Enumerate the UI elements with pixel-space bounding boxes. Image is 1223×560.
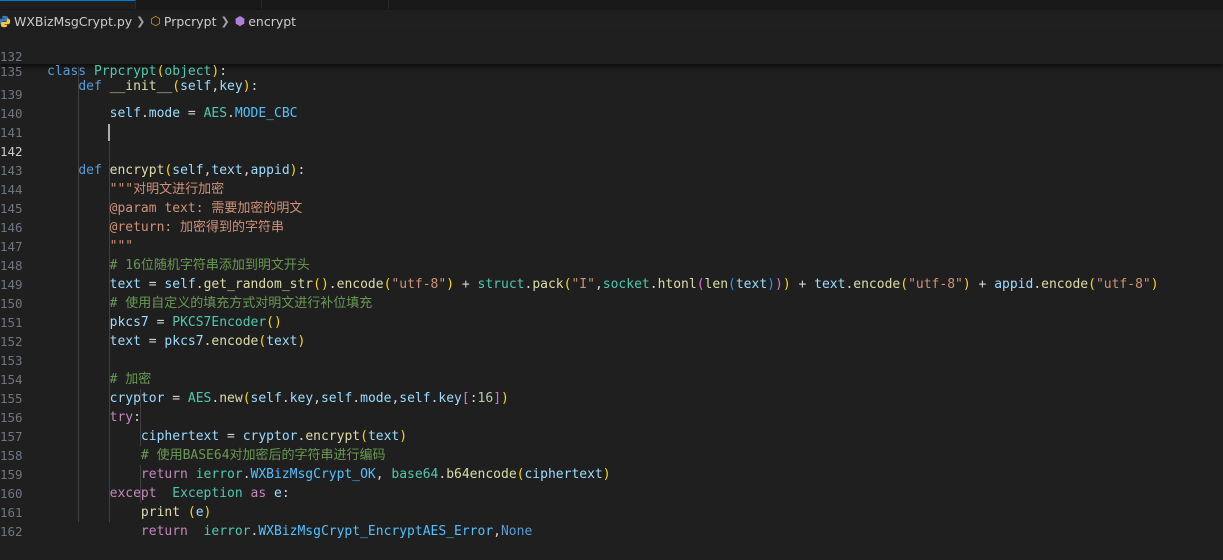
sticky-line[interactable]: 135 def __init__(self,key): [0,49,1223,94]
code-line[interactable]: 149 # 使用自定义的填充方式对明文进行补位填充 [0,256,1223,311]
code-editor[interactable]: 139 self.mode = AES.MODE_CBC 140 141 142… [0,66,1223,539]
tab-secondary[interactable] [136,0,262,9]
line-code: return ierror.WXBizMsgCrypt_EncryptAES_E… [140,524,533,539]
editor-tab-strip [0,0,1223,10]
code-line[interactable]: 156 ciphertext = cryptor.encrypt(text) [0,389,1223,444]
sticky-scroll-header[interactable]: 132 class Prpcrypt(object): 135 def __in… [0,32,1223,94]
code-line[interactable]: 141 [0,104,1223,140]
code-line[interactable]: 145 @return: 加密得到的字符串 [0,180,1223,235]
code-line-current[interactable]: 142 def encrypt(self,text,appid): [0,123,1223,178]
breadcrumb-class-label: Prpcrypt [163,13,217,29]
code-line[interactable]: 157 # 使用BASE64对加密后的字符串进行编码 [0,408,1223,463]
breadcrumb-file-label: WXBizMsgCrypt.py [14,13,133,29]
code-line[interactable]: 162 [0,503,1223,539]
sticky-line[interactable]: 132 class Prpcrypt(object): [0,34,1223,79]
code-line[interactable]: 153 # 加密 [0,332,1223,387]
chevron-right-icon: ❯ [136,14,146,28]
chevron-right-icon: ❯ [220,14,230,28]
code-line[interactable]: 148 text = self.get_random_str().encode(… [0,237,1223,292]
sticky-line-code: def __init__(self,key): [78,79,259,94]
method-symbol-icon: ⬢ [234,14,246,28]
python-file-icon [0,15,11,27]
code-line[interactable]: 151 text = pkcs7.encode(text) [0,294,1223,349]
code-line[interactable]: 154 cryptor = AES.new(self.key,self.mode… [0,351,1223,406]
code-line[interactable]: 159 except Exception as e: [0,446,1223,501]
code-line[interactable]: 152 [0,313,1223,349]
breadcrumb-file[interactable]: WXBizMsgCrypt.py [0,14,132,29]
line-number: 162 [0,524,23,539]
code-line[interactable]: 143 """对明文进行加密 [0,142,1223,197]
code-line[interactable]: 158 return ierror.WXBizMsgCrypt_OK, base… [0,427,1223,482]
sticky-line-code: class Prpcrypt(object): [47,64,228,79]
line-number: 135 [0,64,23,79]
breadcrumb-method-label: encrypt [248,13,297,29]
text-cursor [108,124,110,141]
breadcrumb-method[interactable]: ⬢ encrypt [235,14,296,29]
tab-tertiary[interactable] [262,0,389,9]
code-line[interactable]: 144 @param text: 需要加密的明文 [0,161,1223,216]
code-line[interactable]: 146 """ [0,199,1223,254]
code-line[interactable]: 160 print (e) [0,465,1223,520]
breadcrumb: WXBizMsgCrypt.py ❯ ⬡ Prpcrypt ❯ ⬢ encryp… [0,10,1223,32]
code-line[interactable]: 150 pkcs7 = PKCS7Encoder() [0,275,1223,330]
breadcrumb-class[interactable]: ⬡ Prpcrypt [150,14,216,29]
class-symbol-icon: ⬡ [150,14,161,28]
tab-wxbizmsgcrypt[interactable] [0,0,136,9]
code-line[interactable]: 161 return ierror.WXBizMsgCrypt_EncryptA… [0,484,1223,539]
code-line[interactable]: 155 try: [0,370,1223,425]
code-line[interactable]: 147 # 16位随机字符串添加到明文开头 [0,218,1223,273]
